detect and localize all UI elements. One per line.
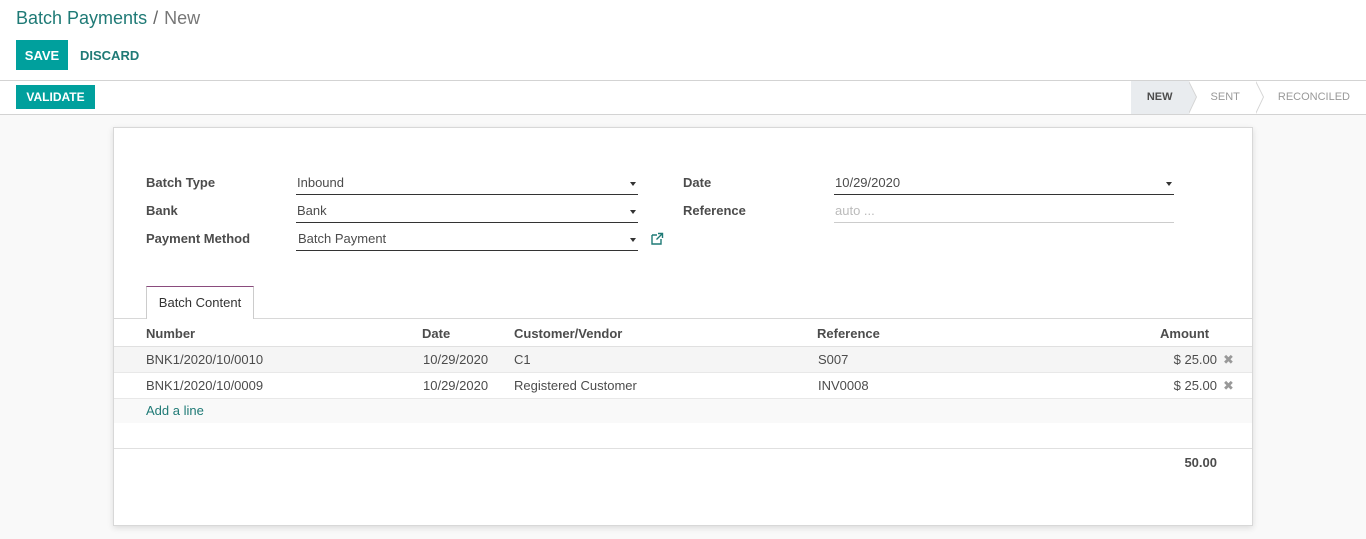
date-value: 10/29/2020: [835, 175, 901, 190]
column-header-partner[interactable]: Customer/Vendor: [514, 326, 622, 341]
table-row[interactable]: BNK1/2020/10/0009 10/29/2020 Registered …: [114, 373, 1252, 399]
status-steps: NEW SENT RECONCILED: [1130, 81, 1366, 114]
cell-amount: $ 25.00: [1173, 378, 1217, 393]
total-amount: 50.00: [1184, 455, 1217, 470]
statusbar: VALIDATE NEW SENT RECONCILED: [0, 81, 1366, 115]
cell-reference: S007: [818, 352, 849, 367]
tab-batch-content[interactable]: Batch Content: [146, 286, 254, 319]
status-step-label: SENT: [1210, 91, 1240, 103]
bank-value: Bank: [297, 203, 327, 218]
external-link-icon[interactable]: [650, 232, 664, 246]
breadcrumb: Batch Payments / New: [16, 7, 200, 29]
breadcrumb-separator: /: [153, 8, 159, 28]
breadcrumb-current: New: [164, 8, 201, 28]
cell-reference: INV0008: [818, 378, 869, 393]
status-step-sent[interactable]: SENT: [1189, 81, 1264, 114]
table-row[interactable]: BNK1/2020/10/0010 10/29/2020 C1 S007 $ 2…: [114, 347, 1252, 373]
batch-type-label: Batch Type: [146, 175, 216, 190]
payment-method-value: Batch Payment: [298, 231, 387, 246]
cell-number: BNK1/2020/10/0010: [146, 352, 264, 367]
reference-label: Reference: [683, 203, 746, 218]
batch-type-value: Inbound: [297, 175, 344, 190]
cell-date: 10/29/2020: [423, 378, 489, 393]
cell-partner: Registered Customer: [514, 378, 637, 393]
delete-row-icon[interactable]: ✖: [1223, 347, 1234, 372]
caret-down-icon: [1166, 182, 1172, 186]
bank-select[interactable]: Bank: [296, 200, 638, 223]
column-header-date[interactable]: Date: [422, 326, 450, 341]
cell-date: 10/29/2020: [423, 352, 489, 367]
add-line-row: Add a line: [114, 399, 1252, 423]
cell-amount: $ 25.00: [1173, 352, 1217, 367]
bank-label: Bank: [146, 203, 178, 218]
date-input[interactable]: 10/29/2020: [834, 172, 1174, 195]
payment-method-select[interactable]: Batch Payment: [296, 228, 638, 251]
cell-partner: C1: [514, 352, 531, 367]
control-panel: Batch Payments / New SAVE DISCARD: [0, 0, 1366, 81]
batch-type-select[interactable]: Inbound: [296, 172, 638, 195]
form-sheet: Batch Type Inbound Bank Bank Payment Met…: [113, 127, 1253, 526]
validate-button[interactable]: VALIDATE: [16, 85, 95, 109]
delete-row-icon[interactable]: ✖: [1223, 373, 1234, 398]
discard-button[interactable]: DISCARD: [80, 40, 139, 70]
caret-down-icon: [630, 210, 636, 214]
tab-divider: [114, 318, 1252, 319]
column-header-reference[interactable]: Reference: [817, 326, 880, 341]
status-step-label: RECONCILED: [1277, 91, 1350, 103]
status-step-new[interactable]: NEW: [1130, 81, 1197, 114]
caret-down-icon: [630, 182, 636, 186]
column-header-amount[interactable]: Amount: [1160, 326, 1209, 341]
reference-input[interactable]: auto ...: [834, 200, 1174, 223]
status-arrow: [1254, 81, 1264, 114]
add-line-link[interactable]: Add a line: [146, 399, 204, 423]
date-label: Date: [683, 175, 712, 190]
cell-number: BNK1/2020/10/0009: [146, 378, 264, 393]
save-button[interactable]: SAVE: [16, 40, 68, 70]
caret-down-icon: [630, 238, 636, 242]
status-step-reconciled[interactable]: RECONCILED: [1256, 81, 1366, 114]
column-header-number[interactable]: Number: [146, 326, 195, 341]
status-step-label: NEW: [1146, 91, 1173, 103]
payment-method-label: Payment Method: [146, 231, 251, 246]
reference-placeholder: auto ...: [835, 203, 875, 218]
status-arrow: [1187, 81, 1197, 114]
footer-divider: [114, 448, 1252, 449]
breadcrumb-batch-payments[interactable]: Batch Payments: [16, 8, 147, 28]
